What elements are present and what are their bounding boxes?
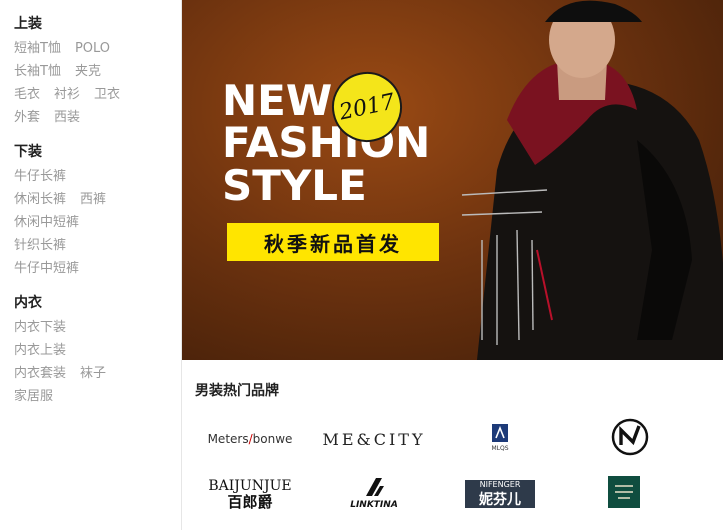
brand-name-en: BAIJUNJUE (208, 477, 292, 494)
category-link[interactable]: 牛仔中短裤 (14, 261, 79, 276)
category-link[interactable]: POLO (75, 41, 110, 56)
category-link[interactable]: 休闲长裤 (14, 192, 66, 207)
category-row: 家居服 (14, 388, 120, 405)
category-link[interactable]: 外套 (14, 110, 40, 125)
category-link[interactable]: 衬衫 (54, 87, 80, 102)
category-bottoms: 下装 牛仔长裤 休闲长裤 西裤 休闲中短裤 针织长裤 牛仔中短裤 (14, 142, 120, 283)
category-row: 针织长裤 (14, 237, 120, 254)
n-circle-logo-icon (611, 418, 649, 456)
category-title[interactable]: 下装 (14, 142, 120, 162)
category-row: 毛衣 衬衫 卫衣 (14, 86, 134, 103)
category-link[interactable]: 家居服 (14, 389, 53, 404)
category-link[interactable]: 针织长裤 (14, 238, 66, 253)
category-row: 内衣套装 袜子 (14, 365, 120, 382)
category-link[interactable]: 牛仔长裤 (14, 169, 66, 184)
category-row: 内衣上装 (14, 342, 120, 359)
category-row: 牛仔中短裤 (14, 260, 120, 277)
model-photo (461, 0, 723, 360)
category-link[interactable]: 内衣上装 (14, 343, 66, 358)
brand-name: bonwe (252, 432, 293, 446)
category-link[interactable]: 西裤 (80, 192, 106, 207)
category-underwear: 内衣 内衣下装 内衣上装 内衣套装 袜子 家居服 (14, 293, 120, 411)
brand-meters-bonwe[interactable]: Meters / bonwe (190, 422, 310, 456)
hero-title-style: STYLE (222, 161, 367, 210)
category-link[interactable]: 毛衣 (14, 87, 40, 102)
category-row: 休闲长裤 西裤 (14, 191, 120, 208)
brand-name-cn: 百郎爵 (227, 492, 273, 511)
category-link[interactable]: 内衣套装 (14, 366, 66, 381)
linktina-logo-icon (366, 478, 384, 496)
category-link[interactable]: 内衣下装 (14, 320, 66, 335)
brand-name: ME&CITY (322, 429, 426, 449)
category-link[interactable]: 西装 (54, 110, 80, 125)
brand-mlqs[interactable]: MLQS (440, 422, 560, 456)
category-row: 长袖T恤 夹克 (14, 63, 134, 80)
category-link[interactable]: 短袖T恤 (14, 41, 61, 56)
category-sidebar: 上装 短袖T恤 POLO 长袖T恤 夹克 毛衣 衬衫 卫衣 外套 西装 下装 牛仔长裤 休… (0, 0, 182, 530)
brands-title: 男装热门品牌 (195, 383, 279, 399)
brand-name-en: NIFENGER (479, 479, 521, 489)
hero-title-fashion: FASHION (222, 118, 431, 167)
category-link[interactable]: 长袖T恤 (14, 64, 61, 79)
hero-banner[interactable]: NEW FASHION STYLE 2017 秋季新品首发 (182, 0, 723, 360)
brand-linktina[interactable]: LINKTINA (314, 476, 434, 510)
category-link[interactable]: 袜子 (80, 366, 106, 381)
brand-sanchi-tiantang[interactable] (564, 475, 684, 509)
hero-tagline: 秋季新品首发 (227, 223, 439, 261)
brand-mecity[interactable]: ME&CITY (314, 422, 434, 456)
brand-nifenger[interactable]: NIFENGER 妮芬儿 (440, 477, 560, 511)
mlqs-text: MLQS (491, 445, 508, 452)
brand-section: 男装热门品牌 Meters / bonwe ME&CITY MLQS BAIJUNJ… (182, 360, 723, 530)
brand-n-logo[interactable] (570, 418, 690, 456)
category-row: 休闲中短裤 (14, 214, 120, 231)
category-link[interactable]: 卫衣 (94, 87, 120, 102)
nifenger-logo: NIFENGER 妮芬儿 (465, 480, 535, 508)
category-row: 牛仔长裤 (14, 168, 120, 185)
category-tops: 上装 短袖T恤 POLO 长袖T恤 夹克 毛衣 衬衫 卫衣 外套 西装 (14, 14, 134, 132)
brand-baijunjue[interactable]: BAIJUNJUE 百郎爵 (190, 477, 310, 511)
category-link[interactable]: 休闲中短裤 (14, 215, 79, 230)
category-row: 短袖T恤 POLO (14, 40, 134, 57)
category-row: 内衣下装 (14, 319, 120, 336)
category-row: 外套 西装 (14, 109, 134, 126)
brand-name: Meters (207, 432, 249, 446)
brand-name-cn: 妮芬儿 (479, 491, 521, 508)
brand-name: LINKTINA (350, 500, 398, 510)
category-title[interactable]: 上装 (14, 14, 134, 34)
green-square-logo-icon (608, 476, 640, 508)
mlqs-logo-icon: MLQS (491, 424, 509, 452)
category-link[interactable]: 夹克 (75, 64, 101, 79)
category-title[interactable]: 内衣 (14, 293, 120, 313)
